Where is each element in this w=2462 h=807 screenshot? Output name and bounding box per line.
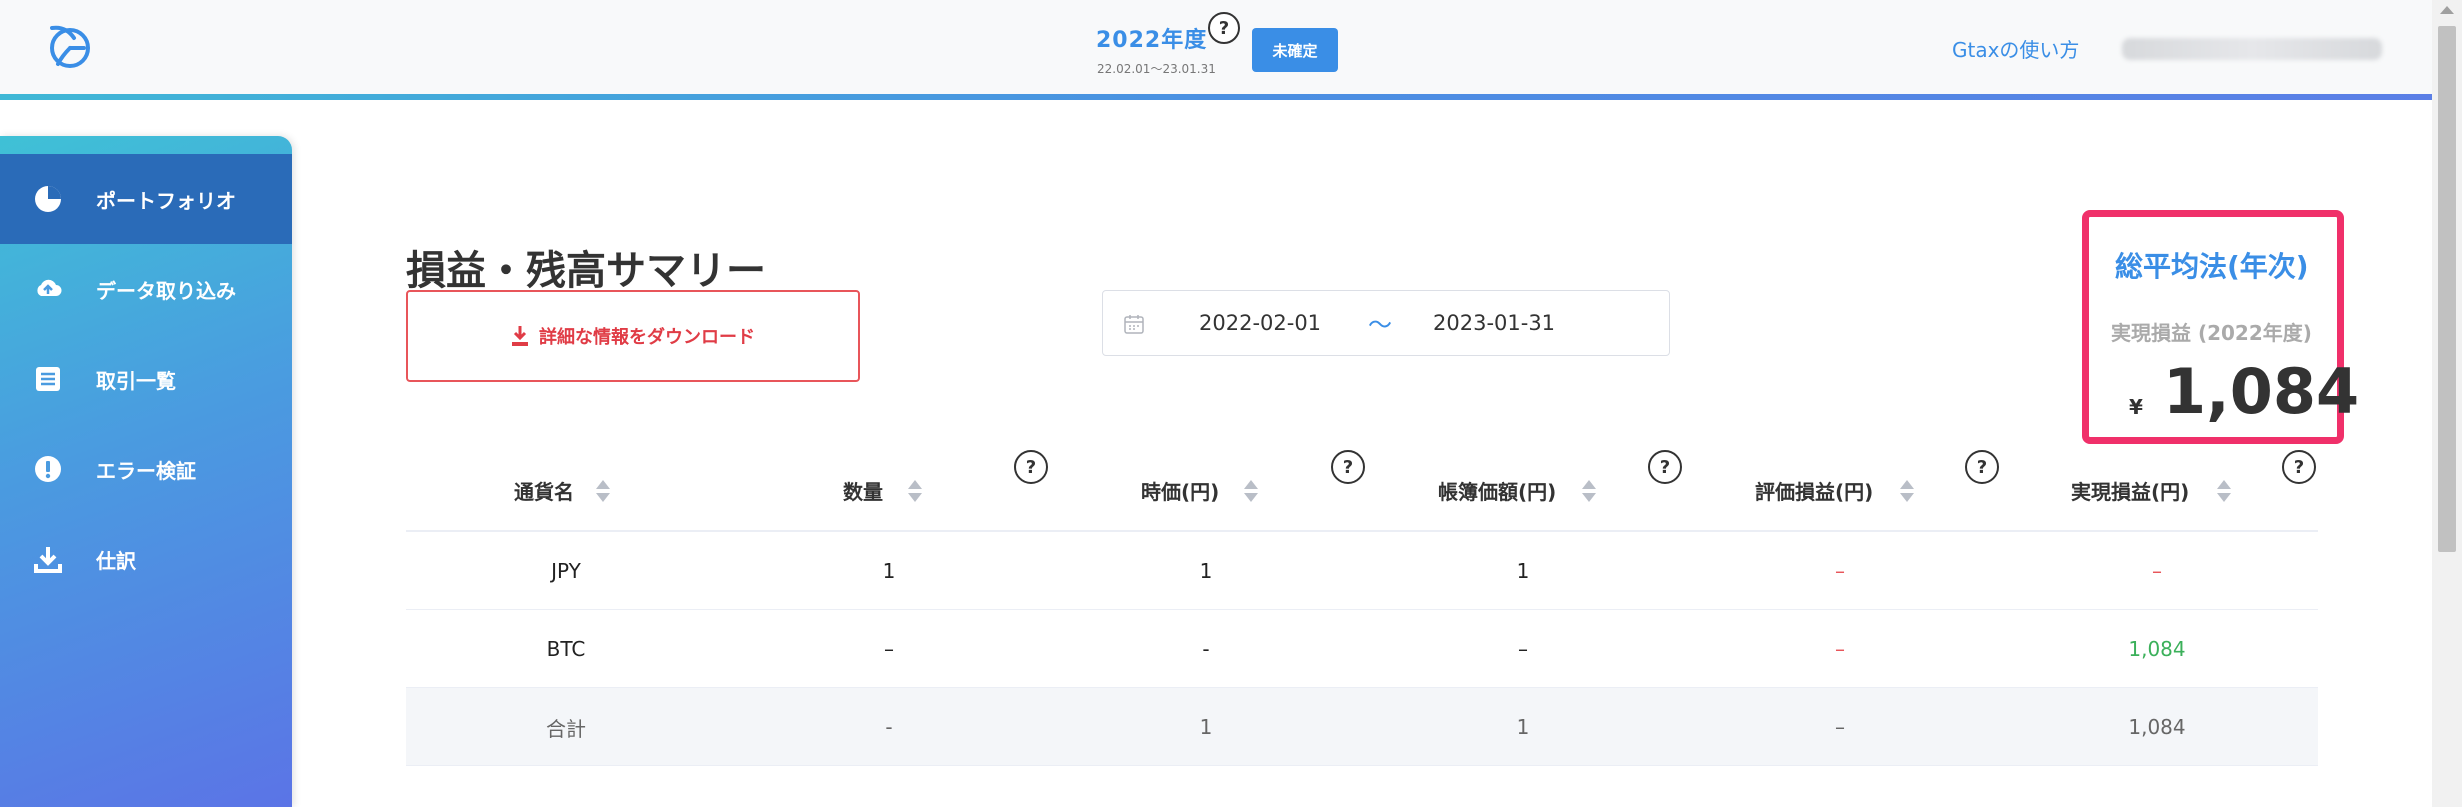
sidebar-item-error-check[interactable]: エラー検証: [0, 424, 292, 514]
help-icon[interactable]: ?: [2282, 450, 2316, 484]
user-email-blurred[interactable]: [2122, 38, 2382, 60]
cell-market-price: 1: [1199, 715, 1213, 739]
cell-quantity: -: [885, 715, 893, 739]
alert-icon: [33, 454, 63, 484]
header-accent-line: [0, 94, 2432, 100]
table-row: BTC – - – – 1,084: [406, 610, 2318, 688]
sidebar: ポートフォリオ データ取り込み 取引一覧 エラー検証 仕訳: [0, 136, 292, 807]
sort-icon[interactable]: [596, 480, 610, 504]
sidebar-item-transactions[interactable]: 取引一覧: [0, 334, 292, 424]
cell-book-value: –: [1518, 637, 1528, 661]
calendar-icon: [1124, 315, 1144, 334]
sidebar-item-label: データ取り込み: [96, 278, 236, 303]
method-title[interactable]: 総平均法(年次): [2115, 245, 2309, 285]
sort-icon[interactable]: [908, 480, 922, 504]
cell-quantity: –: [884, 637, 894, 661]
cell-currency: BTC: [546, 637, 586, 661]
help-icon[interactable]: ?: [1331, 450, 1365, 484]
cell-currency: JPY: [551, 559, 581, 583]
cell-book-value: 1: [1516, 715, 1530, 739]
sort-icon[interactable]: [2217, 480, 2231, 504]
howto-link[interactable]: Gtaxの使い方: [1952, 34, 2079, 63]
cell-realized-pl: 1,084: [2128, 715, 2186, 739]
sidebar-item-label: 仕訳: [96, 548, 136, 573]
sidebar-item-label: 取引一覧: [96, 368, 176, 393]
cell-unrealized-pl: –: [1835, 559, 1845, 583]
sidebar-item-portfolio[interactable]: ポートフォリオ: [0, 154, 292, 244]
fiscal-year-help-icon[interactable]: ?: [1208, 12, 1240, 44]
date-separator: 〜: [1368, 311, 1392, 339]
col-header-book-value[interactable]: 帳簿価額(円): [1438, 476, 1556, 505]
cell-market-price: -: [1202, 637, 1210, 661]
scroll-up-arrow-icon[interactable]: [2440, 6, 2454, 14]
realized-pl-value: 1,084: [2163, 355, 2360, 428]
pie-chart-icon: [33, 184, 63, 214]
download-icon: [512, 326, 528, 346]
cloud-upload-icon: [33, 274, 63, 304]
date-range-picker[interactable]: 2022-02-01 〜 2023-01-31: [1102, 290, 1670, 356]
date-start-input[interactable]: 2022-02-01: [1199, 311, 1321, 335]
fiscal-year-title[interactable]: 2022年度: [1096, 22, 1207, 54]
help-icon[interactable]: ?: [1648, 450, 1682, 484]
col-header-unrealized-pl[interactable]: 評価損益(円): [1755, 476, 1873, 505]
cell-realized-pl: 1,084: [2128, 637, 2186, 661]
fiscal-year-range: 22.02.01〜23.01.31: [1097, 62, 1216, 76]
sort-icon[interactable]: [1582, 480, 1596, 504]
method-summary-box: 総平均法(年次) 実現損益 (2022年度) ¥ 1,084: [2082, 210, 2359, 444]
realized-pl-label: 実現損益 (2022年度): [2111, 321, 2312, 345]
download-details-button[interactable]: 詳細な情報をダウンロード: [406, 290, 860, 382]
table-total-row: 合計 - 1 1 – 1,084: [406, 688, 2318, 766]
cell-quantity: 1: [882, 559, 896, 583]
sidebar-item-data-import[interactable]: データ取り込み: [0, 244, 292, 334]
scroll-thumb[interactable]: [2438, 26, 2456, 552]
cell-realized-pl: –: [2152, 559, 2162, 583]
col-header-realized-pl[interactable]: 実現損益(円): [2071, 476, 2189, 505]
page-title: 損益・残高サマリー: [406, 248, 766, 294]
sidebar-item-journal[interactable]: 仕訳: [0, 514, 292, 604]
page-scrollbar[interactable]: [2432, 0, 2462, 807]
col-header-currency[interactable]: 通貨名: [514, 476, 574, 505]
currency-symbol: ¥: [2129, 395, 2143, 419]
top-header: 2022年度 ? 22.02.01〜23.01.31 未確定 Gtaxの使い方: [0, 0, 2432, 94]
download-icon: [33, 544, 63, 574]
col-header-market-price[interactable]: 時価(円): [1141, 476, 1219, 505]
table-row: JPY 1 1 1 – –: [406, 532, 2318, 610]
cell-market-price: 1: [1199, 559, 1213, 583]
download-button-label: 詳細な情報をダウンロード: [539, 327, 755, 348]
help-icon[interactable]: ?: [1965, 450, 1999, 484]
cell-unrealized-pl: –: [1835, 715, 1845, 739]
gtax-logo-icon[interactable]: [44, 20, 96, 72]
status-badge[interactable]: 未確定: [1252, 28, 1338, 72]
col-header-quantity[interactable]: 数量: [843, 476, 883, 505]
sort-icon[interactable]: [1900, 480, 1914, 504]
cell-book-value: 1: [1516, 559, 1530, 583]
cell-unrealized-pl: –: [1835, 637, 1845, 661]
help-icon[interactable]: ?: [1014, 450, 1048, 484]
list-icon: [33, 364, 63, 394]
cell-currency: 合計: [546, 716, 586, 741]
sort-icon[interactable]: [1244, 480, 1258, 504]
sidebar-item-label: エラー検証: [96, 458, 196, 483]
date-end-input[interactable]: 2023-01-31: [1433, 311, 1555, 335]
sidebar-item-label: ポートフォリオ: [96, 188, 236, 213]
